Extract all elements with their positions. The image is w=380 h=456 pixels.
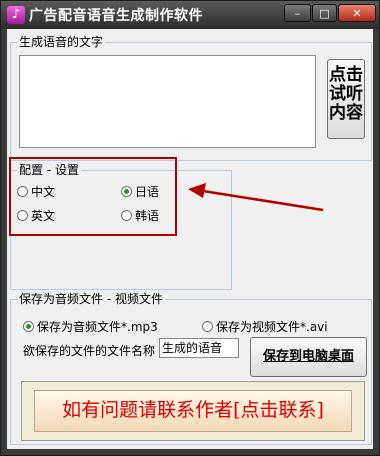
title-bar[interactable]: ♪ 广告配音语音生成制作软件 – □ ✕ [1, 1, 379, 29]
radio-save-video[interactable]: 保存为视频文件*.avi [202, 318, 328, 335]
contact-author-button[interactable]: 如有问题请联系作者[点击联系] [21, 381, 365, 441]
filename-input[interactable]: 生成的语音 [159, 338, 239, 358]
save-group-legend: 保存为音频文件 - 视频文件 [17, 292, 165, 306]
filename-label: 欲保存的文件的文件名称 [23, 344, 156, 358]
maximize-button[interactable]: □ [312, 4, 337, 22]
radio-save-audio-dot[interactable] [23, 321, 34, 332]
radio-save-video-label: 保存为视频文件*.avi [216, 320, 328, 334]
music-note-icon: ♪ [7, 6, 25, 24]
app-window: ♪ 广告配音语音生成制作软件 – □ ✕ 生成语音的文字 点击试听内容 配置 -… [0, 0, 380, 456]
window-title: 广告配音语音生成制作软件 [29, 8, 203, 24]
radio-save-audio-label: 保存为音频文件*.mp3 [37, 320, 158, 334]
save-group: 保存为音频文件 - 视频文件 保存为音频文件*.mp3 保存为视频文件*.avi… [10, 292, 372, 445]
close-button[interactable]: ✕ [338, 4, 376, 22]
minimize-button[interactable]: – [284, 4, 311, 22]
save-to-desktop-button[interactable]: 保存到电脑桌面 [250, 337, 367, 377]
client-area: 生成语音的文字 点击试听内容 配置 - 设置 中文 日语 英文 韩语 保存为音频… [7, 29, 373, 449]
save-to-desktop-label: 保存到电脑桌面 [262, 349, 354, 364]
contact-author-label: 如有问题请联系作者[点击联系] [34, 390, 352, 432]
radio-save-video-dot[interactable] [202, 321, 213, 332]
radio-save-audio[interactable]: 保存为音频文件*.mp3 [23, 318, 158, 335]
